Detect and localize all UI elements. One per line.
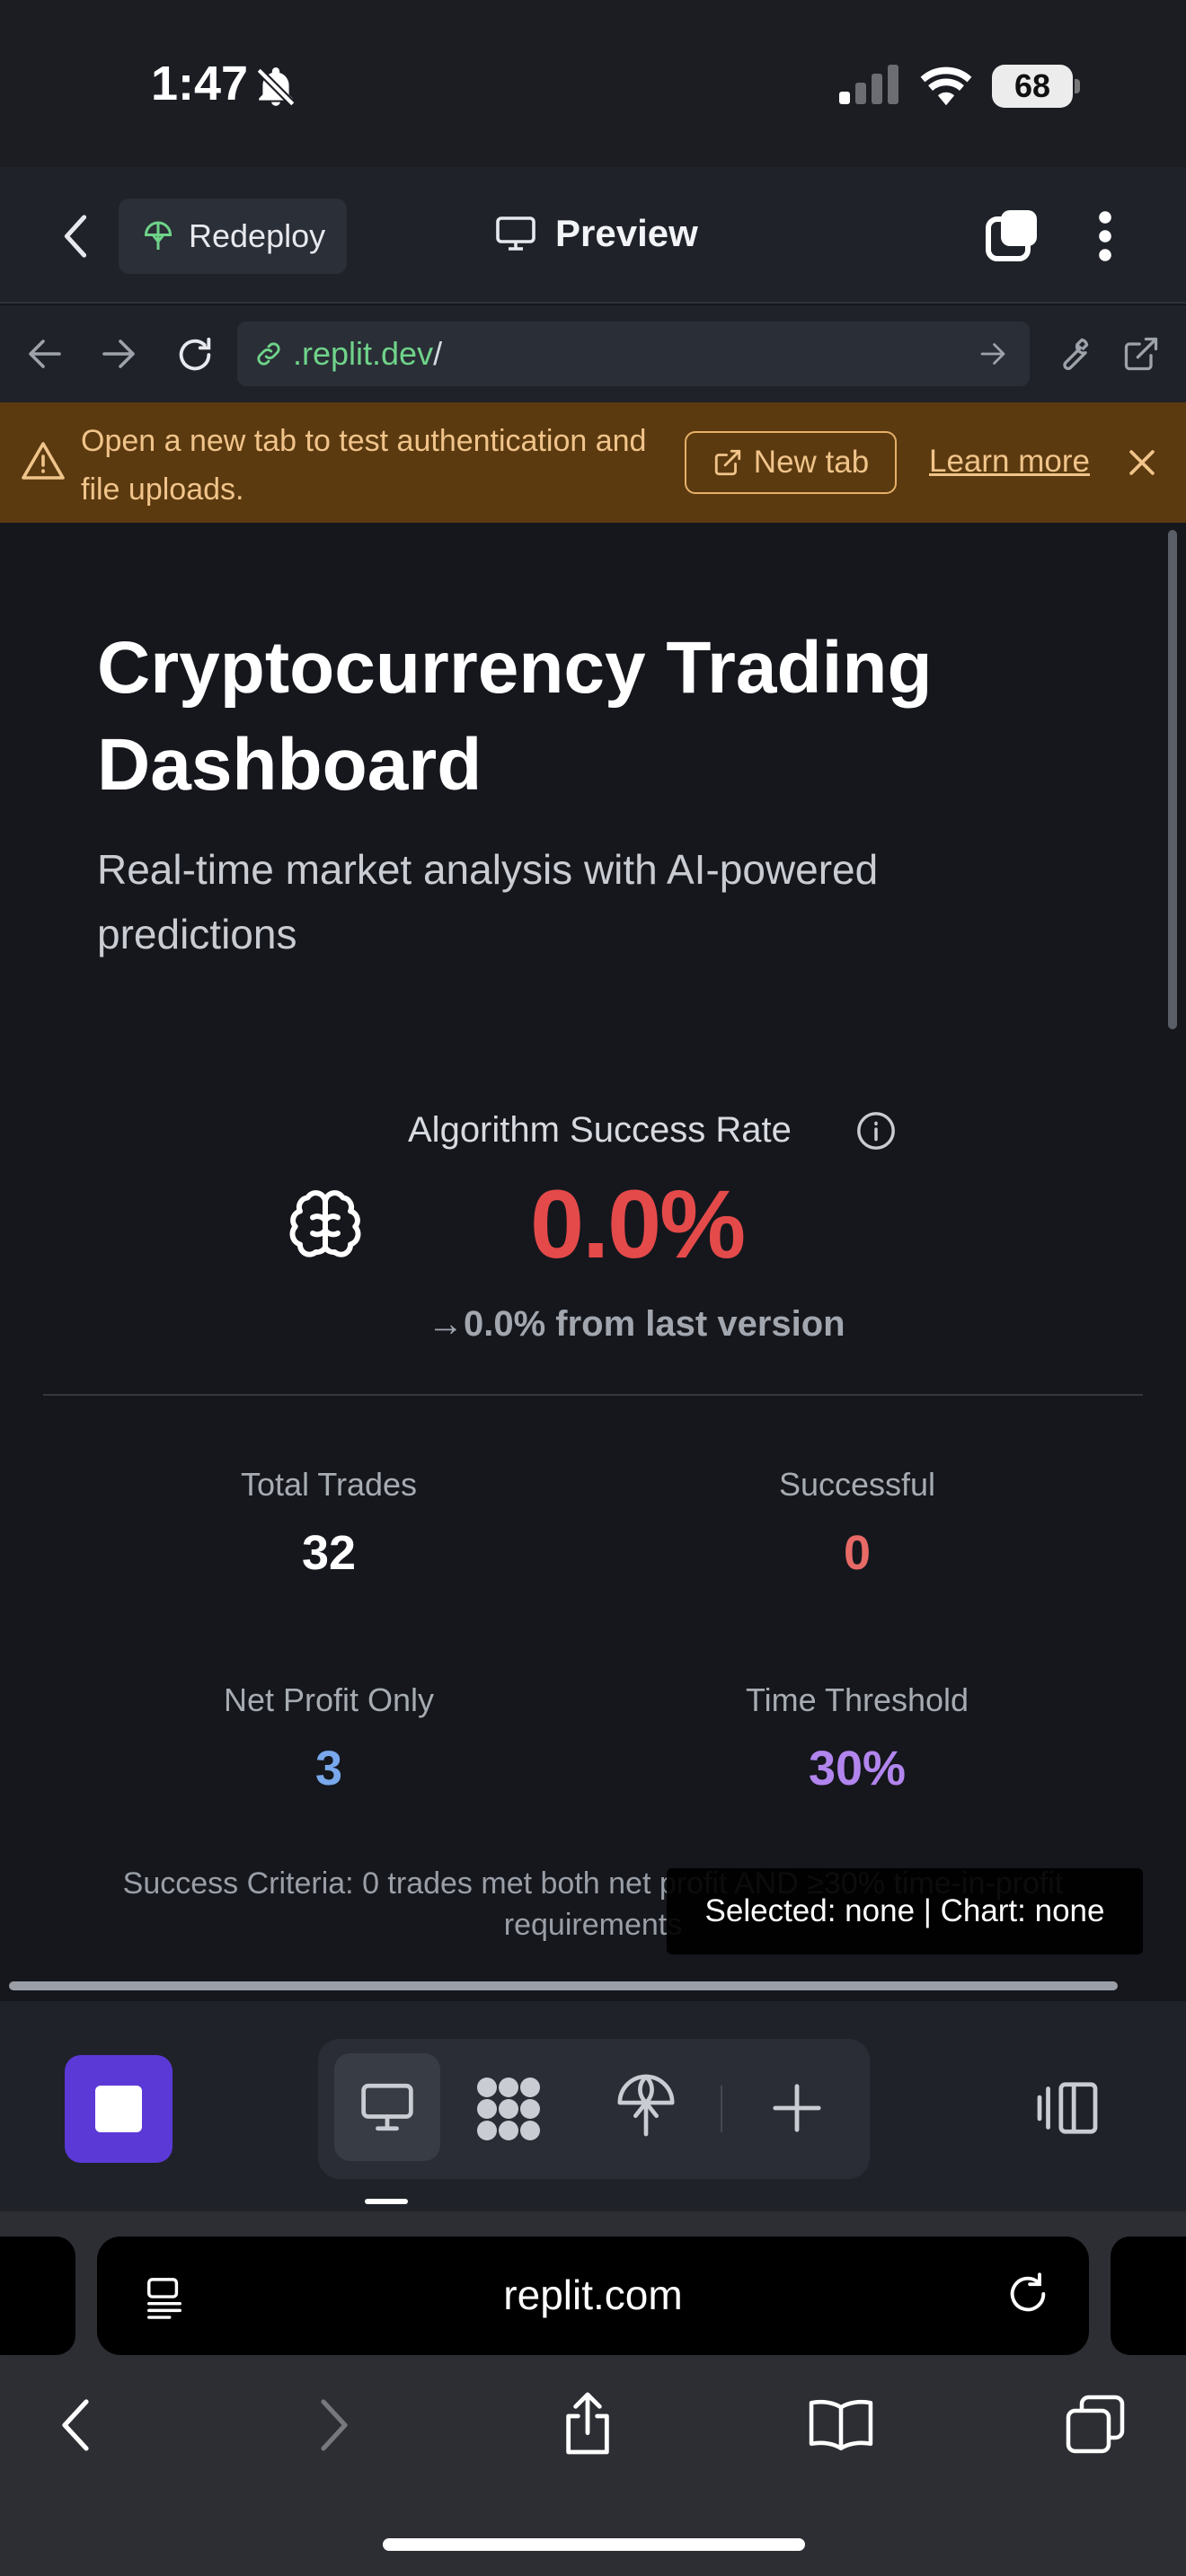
warning-icon (22, 440, 65, 480)
success-rate-change: →0.0% from last version (428, 1304, 845, 1344)
success-rate-value: 0.0% (530, 1169, 746, 1278)
status-time: 1:47 (151, 57, 249, 110)
stop-icon (95, 2086, 142, 2132)
chevron-left-icon[interactable] (61, 214, 90, 259)
safari-url-text: replit.com (503, 2272, 683, 2318)
wifi-icon (918, 63, 974, 106)
bell-slash-icon (253, 65, 298, 110)
time-threshold-label: Time Threshold (745, 1681, 969, 1718)
vertical-scrollbar[interactable] (1168, 530, 1177, 1029)
tool-preview-button[interactable] (334, 2053, 440, 2161)
url-input[interactable]: .replit.dev/ (237, 322, 1030, 386)
stop-button[interactable] (65, 2055, 173, 2163)
arrow-left-icon[interactable] (27, 338, 63, 370)
deploy-icon[interactable] (615, 2071, 677, 2139)
wrench-icon[interactable] (1053, 334, 1093, 374)
url-path: / (433, 335, 443, 372)
battery-indicator: 68 (992, 65, 1080, 108)
tabs-icon[interactable] (983, 207, 1040, 264)
redeploy-button[interactable]: Redeploy (119, 198, 347, 274)
link-icon (253, 339, 284, 369)
previous-tab-preview[interactable] (0, 2236, 75, 2355)
tabs-icon[interactable] (1064, 2393, 1127, 2456)
time-threshold-value: 30% (808, 1742, 907, 1795)
preview-tab-title[interactable]: Preview (494, 212, 698, 255)
net-profit-only-label: Net Profit Only (223, 1681, 435, 1718)
learn-more-link[interactable]: Learn more (929, 444, 1090, 480)
monitor-icon (358, 2081, 416, 2133)
total-trades-value: 32 (301, 1526, 357, 1580)
divider (43, 1394, 1143, 1396)
panel-toggle-icon[interactable] (1035, 2080, 1100, 2136)
url-go-arrow-icon[interactable] (979, 341, 1006, 366)
close-icon[interactable] (1127, 447, 1157, 478)
signal-icon (839, 65, 902, 104)
deploy-icon (142, 220, 174, 252)
bookmarks-icon[interactable] (807, 2395, 875, 2452)
plus-icon[interactable] (771, 2082, 823, 2134)
chevron-left-icon[interactable] (59, 2398, 92, 2452)
horizontal-scrollbar[interactable] (9, 1981, 1118, 1990)
page-subtitle: Real-time market analysis with AI-powere… (97, 846, 879, 957)
external-link-icon[interactable] (1121, 334, 1161, 374)
grid-icon[interactable] (474, 2077, 543, 2141)
successful-label: Successful (778, 1466, 936, 1503)
chevron-right-icon (318, 2398, 350, 2452)
new-tab-label: New tab (753, 445, 870, 480)
toolbar-divider (721, 2086, 722, 2132)
algorithm-success-label: Algorithm Success Rate (408, 1110, 792, 1150)
banner-message: Open a new tab to test authentication an… (81, 424, 647, 507)
next-tab-preview[interactable] (1111, 2236, 1186, 2355)
reload-icon[interactable] (1005, 2271, 1051, 2317)
monitor-icon (494, 215, 537, 252)
new-tab-button[interactable]: New tab (685, 431, 897, 494)
selection-debug-overlay: Selected: none | Chart: none (667, 1868, 1143, 1954)
preview-label: Preview (555, 212, 698, 254)
brain-icon (288, 1189, 363, 1265)
successful-value: 0 (843, 1526, 872, 1580)
arrow-right-icon[interactable] (101, 338, 137, 370)
toolbar-active-indicator (365, 2199, 408, 2204)
net-profit-only-value: 3 (314, 1742, 343, 1795)
redeploy-label: Redeploy (189, 217, 326, 254)
url-domain: .replit.dev (293, 335, 434, 372)
home-indicator (383, 2538, 805, 2551)
info-icon[interactable] (855, 1110, 897, 1151)
reload-icon[interactable] (174, 334, 216, 375)
more-vertical-icon[interactable] (1098, 210, 1112, 262)
page-title: Cryptocurrency Trading Dashboard (97, 627, 933, 806)
total-trades-label: Total Trades (240, 1466, 418, 1503)
external-link-icon (712, 447, 743, 478)
share-icon[interactable] (559, 2389, 616, 2457)
